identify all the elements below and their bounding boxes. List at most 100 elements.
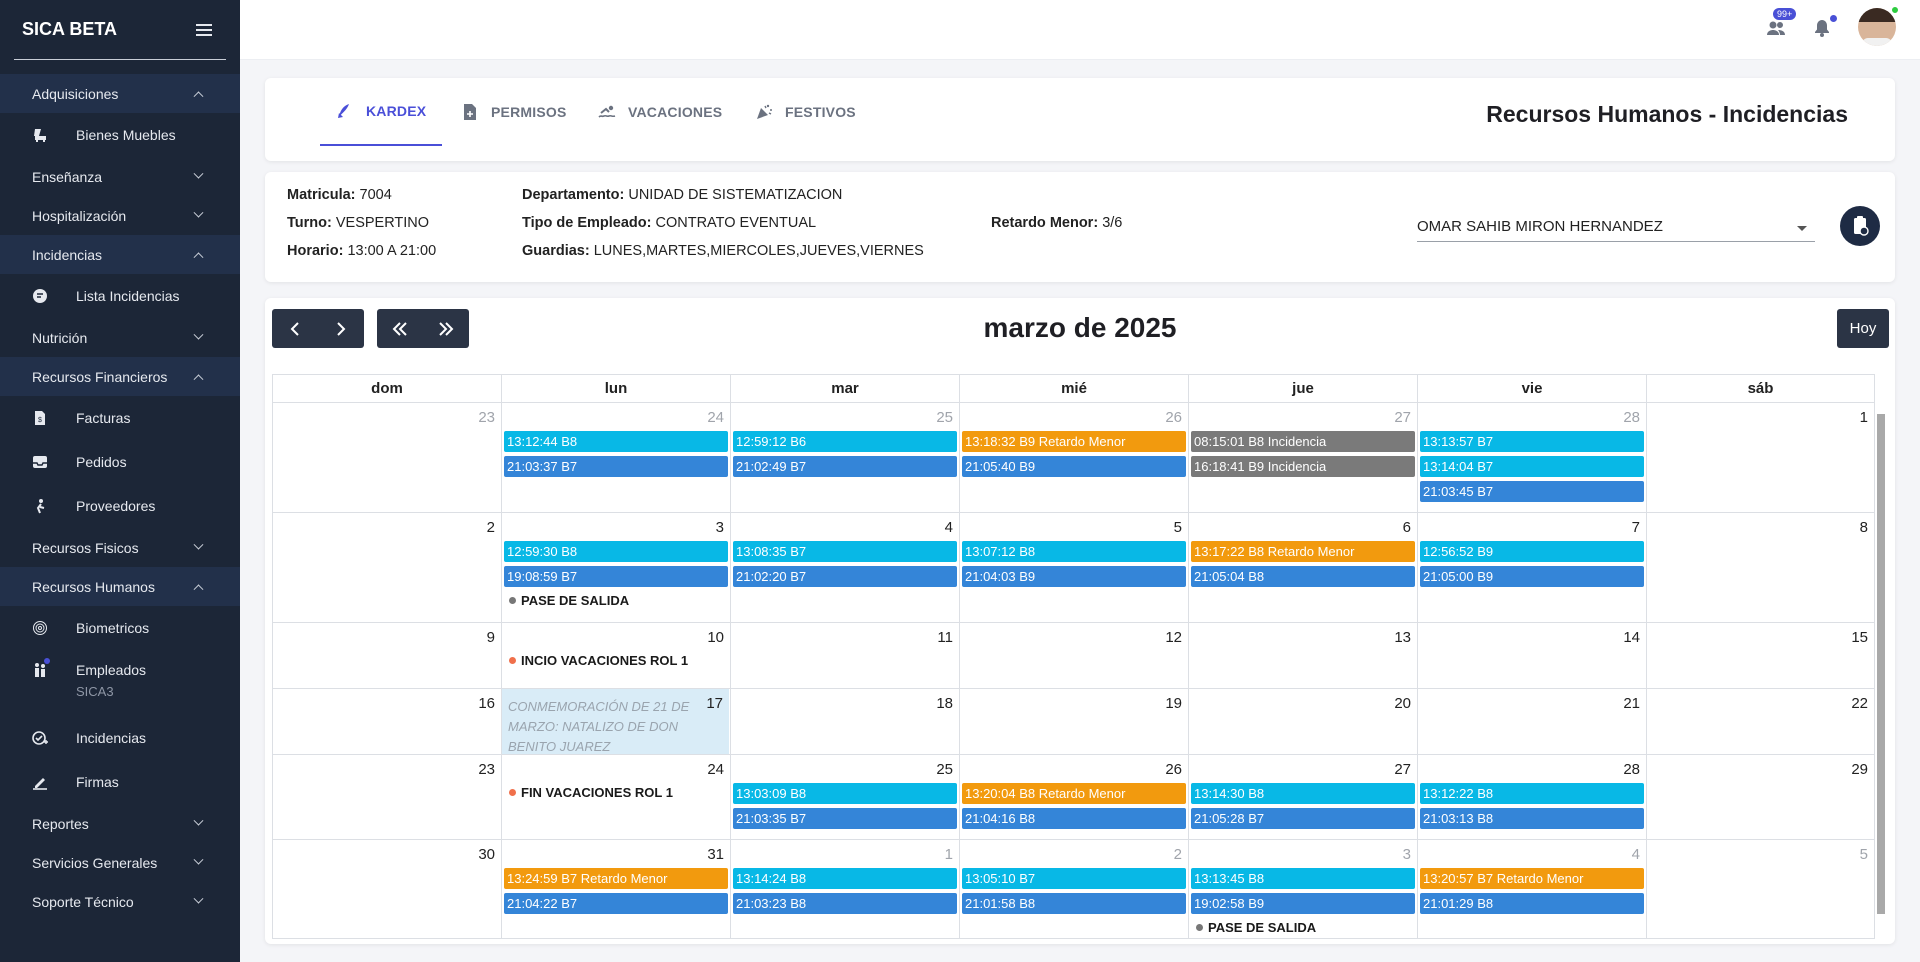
calendar-day-cell[interactable]: 4 13:20:57 B7 Retardo Menor 21:01:29 B8 xyxy=(1418,840,1647,938)
employee-select[interactable]: OMAR SAHIB MIRON HERNANDEZ xyxy=(1417,218,1815,242)
tab-vacaciones[interactable]: VACACIONES xyxy=(598,78,722,146)
attendance-event[interactable]: 16:18:41 B9 Incidencia xyxy=(1191,456,1415,477)
attendance-event[interactable]: 19:08:59 B7 xyxy=(504,566,728,587)
attendance-event[interactable]: 21:03:13 B8 xyxy=(1420,808,1644,829)
attendance-event[interactable]: 13:03:09 B8 xyxy=(733,783,957,804)
attendance-event[interactable]: 21:03:45 B7 xyxy=(1420,481,1644,502)
attendance-event[interactable]: 21:03:37 B7 xyxy=(504,456,728,477)
calendar-day-cell[interactable]: 1 xyxy=(1647,403,1874,512)
calendar-day-cell[interactable]: 23 xyxy=(273,755,502,839)
calendar-day-cell[interactable]: 27 08:15:01 B8 Incidencia 16:18:41 B9 Inci… xyxy=(1189,403,1418,512)
attendance-event[interactable]: 21:05:04 B8 xyxy=(1191,566,1415,587)
sidebar-section-adquisiciones[interactable]: Adquisiciones xyxy=(0,74,240,113)
attendance-event[interactable]: 13:07:12 B8 xyxy=(962,541,1186,562)
attendance-event[interactable]: 21:05:00 B9 xyxy=(1420,566,1644,587)
sidebar-item-incidencias[interactable]: Incidencias xyxy=(0,716,240,760)
attendance-event[interactable]: 13:24:59 B7 Retardo Menor xyxy=(504,868,728,889)
attendance-event[interactable]: 21:04:03 B9 xyxy=(962,566,1186,587)
calendar-day-cell[interactable]: 5 13:07:12 B8 21:04:03 B9 xyxy=(960,513,1189,622)
attendance-event[interactable]: 13:13:57 B7 xyxy=(1420,431,1644,452)
calendar-day-cell[interactable]: 21 xyxy=(1418,689,1647,754)
attendance-event[interactable]: 12:59:12 B6 xyxy=(733,431,957,452)
calendar-day-cell[interactable]: 26 13:18:32 B9 Retardo Menor 21:05:40 B9 xyxy=(960,403,1189,512)
attendance-event[interactable]: 13:08:35 B7 xyxy=(733,541,957,562)
calendar-day-cell[interactable]: 19 xyxy=(960,689,1189,754)
attendance-event[interactable]: 21:05:28 B7 xyxy=(1191,808,1415,829)
attendance-event[interactable]: 12:59:30 B8 xyxy=(504,541,728,562)
calendar-day-cell[interactable]: 2 13:05:10 B7 21:01:58 B8 xyxy=(960,840,1189,938)
calendar-day-cell[interactable]: 28 13:12:22 B8 21:03:13 B8 xyxy=(1418,755,1647,839)
calendar-day-cell[interactable]: 10 INCIO VACACIONES ROL 1 xyxy=(502,623,731,688)
calendar-day-cell[interactable]: 30 xyxy=(273,840,502,938)
attendance-event[interactable]: 13:20:04 B8 Retardo Menor xyxy=(962,783,1186,804)
scrollbar-thumb[interactable] xyxy=(1877,414,1885,914)
sidebar-item-proveedores[interactable]: Proveedores xyxy=(0,484,240,528)
calendar-day-cell[interactable]: 6 13:17:22 B8 Retardo Menor 21:05:04 B8 xyxy=(1189,513,1418,622)
calendar-day-cell[interactable]: 15 xyxy=(1647,623,1874,688)
calendar-day-cell[interactable]: 22 xyxy=(1647,689,1874,754)
sidebar-section-recursos-financieros[interactable]: Recursos Financieros xyxy=(0,357,240,396)
calendar-label-event[interactable]: FIN VACACIONES ROL 1 xyxy=(504,783,728,801)
calendar-day-cell[interactable]: 12 xyxy=(960,623,1189,688)
attendance-event[interactable]: 13:12:44 B8 xyxy=(504,431,728,452)
attendance-event[interactable]: 13:12:22 B8 xyxy=(1420,783,1644,804)
calendar-day-cell[interactable]: 3 13:13:45 B8 19:02:58 B9 PASE DE SALIDA xyxy=(1189,840,1418,938)
sidebar-item-bienes-muebles[interactable]: Bienes Muebles xyxy=(0,113,240,157)
sidebar-section-reportes[interactable]: Reportes xyxy=(0,804,240,843)
attendance-event[interactable]: 13:17:22 B8 Retardo Menor xyxy=(1191,541,1415,562)
people-icon[interactable] xyxy=(1766,18,1786,38)
tab-kardex[interactable]: KARDEX xyxy=(320,78,443,146)
calendar-label-event[interactable]: PASE DE SALIDA xyxy=(504,591,728,609)
tab-festivos[interactable]: FESTIVOS xyxy=(755,78,856,146)
calendar-day-cell[interactable]: 2 xyxy=(273,513,502,622)
attendance-event[interactable]: 21:03:23 B8 xyxy=(733,893,957,914)
attendance-event[interactable]: 21:01:29 B8 xyxy=(1420,893,1644,914)
sidebar-item-firmas[interactable]: Firmas xyxy=(0,760,240,804)
attendance-event[interactable]: 19:02:58 B9 xyxy=(1191,893,1415,914)
calendar-day-cell[interactable]: 25 12:59:12 B6 21:02:49 B7 xyxy=(731,403,960,512)
calendar-day-cell[interactable]: 24 13:12:44 B8 21:03:37 B7 xyxy=(502,403,731,512)
calendar-day-cell[interactable]: 7 12:56:52 B9 21:05:00 B9 xyxy=(1418,513,1647,622)
clipboard-button[interactable] xyxy=(1840,206,1880,246)
calendar-label-event[interactable]: PASE DE SALIDA xyxy=(1191,918,1415,936)
attendance-event[interactable]: 21:04:22 B7 xyxy=(504,893,728,914)
calendar-day-cell[interactable]: 5 xyxy=(1647,840,1874,938)
sidebar-section-incidencias[interactable]: Incidencias xyxy=(0,235,240,274)
sidebar-item-empleados[interactable]: Empleados SICA3 xyxy=(0,650,240,716)
sidebar-item-lista-incidencias[interactable]: Lista Incidencias xyxy=(0,274,240,318)
attendance-event[interactable]: 13:20:57 B7 Retardo Menor xyxy=(1420,868,1644,889)
sidebar-section-nutrición[interactable]: Nutrición xyxy=(0,318,240,357)
calendar-day-cell[interactable]: 28 13:13:57 B7 13:14:04 B7 21:03:45 B7 xyxy=(1418,403,1647,512)
sidebar-section-recursos-humanos[interactable]: Recursos Humanos xyxy=(0,567,240,606)
sidebar-section-enseñanza[interactable]: Enseñanza xyxy=(0,157,240,196)
attendance-event[interactable]: 21:04:16 B8 xyxy=(962,808,1186,829)
calendar-day-cell[interactable]: 27 13:14:30 B8 21:05:28 B7 xyxy=(1189,755,1418,839)
sidebar-item-facturas[interactable]: $ Facturas xyxy=(0,396,240,440)
calendar-scrollbar[interactable] xyxy=(1875,374,1887,934)
calendar-day-cell[interactable]: 8 xyxy=(1647,513,1874,622)
sidebar-item-pedidos[interactable]: Pedidos xyxy=(0,440,240,484)
attendance-event[interactable]: 13:14:30 B8 xyxy=(1191,783,1415,804)
calendar-label-event[interactable]: INCIO VACACIONES ROL 1 xyxy=(504,651,728,669)
sidebar-section-hospitalización[interactable]: Hospitalización xyxy=(0,196,240,235)
today-button[interactable]: Hoy xyxy=(1837,309,1889,348)
attendance-event[interactable]: 21:05:40 B9 xyxy=(962,456,1186,477)
attendance-event[interactable]: 21:01:58 B8 xyxy=(962,893,1186,914)
attendance-event[interactable]: 21:03:35 B7 xyxy=(733,808,957,829)
attendance-event[interactable]: 12:56:52 B9 xyxy=(1420,541,1644,562)
sidebar-section-servicios-generales[interactable]: Servicios Generales xyxy=(0,843,240,882)
calendar-day-cell[interactable]: 29 xyxy=(1647,755,1874,839)
calendar-day-cell[interactable]: 1 13:14:24 B8 21:03:23 B8 xyxy=(731,840,960,938)
tab-permisos[interactable]: PERMISOS xyxy=(461,78,567,146)
calendar-day-cell[interactable]: 31 13:24:59 B7 Retardo Menor 21:04:22 B7 xyxy=(502,840,731,938)
calendar-day-cell[interactable]: 26 13:20:04 B8 Retardo Menor 21:04:16 B8 xyxy=(960,755,1189,839)
sidebar-item-biometricos[interactable]: Biometricos xyxy=(0,606,240,650)
attendance-event[interactable]: 13:14:04 B7 xyxy=(1420,456,1644,477)
attendance-event[interactable]: 13:18:32 B9 Retardo Menor xyxy=(962,431,1186,452)
attendance-event[interactable]: 21:02:49 B7 xyxy=(733,456,957,477)
menu-icon[interactable] xyxy=(196,23,212,36)
calendar-day-cell[interactable]: 13 xyxy=(1189,623,1418,688)
calendar-day-cell[interactable]: 9 xyxy=(273,623,502,688)
calendar-day-cell[interactable]: 25 13:03:09 B8 21:03:35 B7 xyxy=(731,755,960,839)
calendar-day-cell[interactable]: 18 xyxy=(731,689,960,754)
